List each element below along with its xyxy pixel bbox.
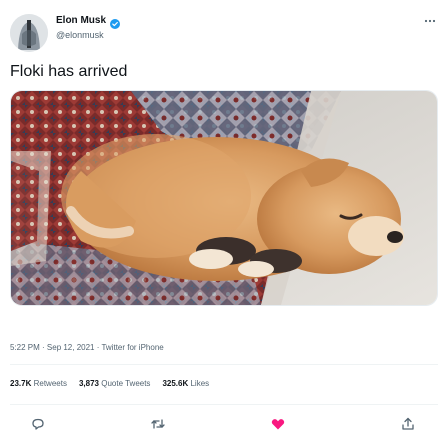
retweets-count: 23.7K <box>10 379 32 388</box>
tweet-stats: 23.7K Retweets 3,873 Quote Tweets 325.6K… <box>10 379 209 388</box>
share-icon[interactable] <box>400 416 416 432</box>
retweets-label: Retweets <box>33 379 67 388</box>
tweet-photo[interactable] <box>10 90 438 306</box>
puppy-on-rug-image <box>11 91 437 305</box>
author-handle[interactable]: @elonmusk <box>56 30 104 40</box>
like-icon[interactable] <box>270 416 286 432</box>
avatar[interactable] <box>10 14 48 52</box>
avatar-image <box>10 14 48 52</box>
retweet-icon[interactable] <box>150 416 166 432</box>
action-bar <box>0 410 448 438</box>
author-name[interactable]: Elon Musk <box>56 15 106 26</box>
reply-icon[interactable] <box>30 416 46 432</box>
verified-badge-icon <box>110 16 121 29</box>
tweet-card: Elon Musk @elonmusk Floki has arrived 5:… <box>0 0 448 443</box>
more-icon[interactable] <box>424 12 436 26</box>
tweet-text: Floki has arrived <box>10 63 128 80</box>
divider <box>10 404 438 405</box>
quotes-stat[interactable]: 3,873 Quote Tweets <box>79 379 150 388</box>
divider <box>10 364 438 365</box>
tweet-timestamp[interactable]: 5:22 PM · Sep 12, 2021 · Twitter for iPh… <box>10 343 164 352</box>
quotes-count: 3,873 <box>78 379 99 388</box>
quotes-label: Quote Tweets <box>101 379 151 388</box>
retweets-stat[interactable]: 23.7K Retweets <box>10 379 67 388</box>
author-name-row: Elon Musk <box>56 15 121 29</box>
likes-label: Likes <box>190 379 210 388</box>
likes-stat[interactable]: 325.6K Likes <box>162 379 209 388</box>
likes-count: 325.6K <box>162 379 189 388</box>
